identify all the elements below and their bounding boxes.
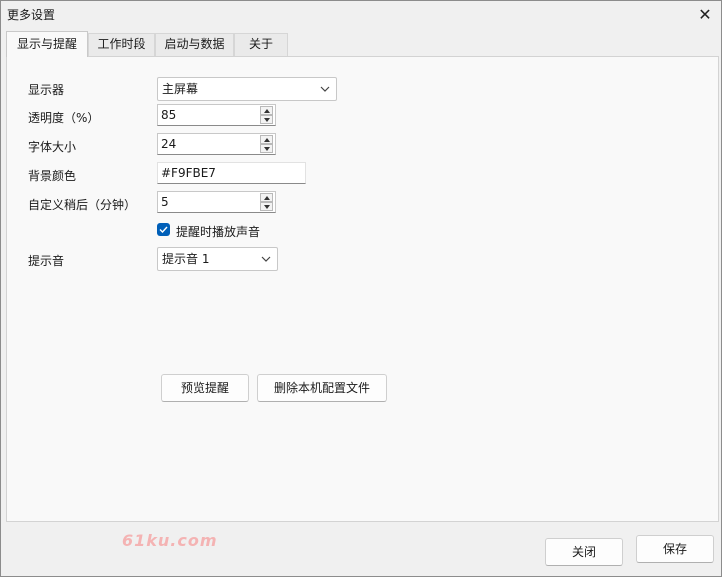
snooze-stepper[interactable]: 5 bbox=[157, 191, 276, 213]
bg-color-label: 背景颜色 bbox=[28, 169, 77, 183]
opacity-value[interactable]: 85 bbox=[161, 108, 176, 122]
opacity-label: 透明度（%） bbox=[28, 111, 100, 125]
save-button[interactable]: 保存 bbox=[636, 535, 714, 563]
snooze-label: 自定义稍后（分钟） bbox=[28, 198, 137, 212]
font-size-value[interactable]: 24 bbox=[161, 137, 176, 151]
font-size-stepper[interactable]: 24 bbox=[157, 133, 276, 155]
settings-window: 更多设置 ✕ 显示与提醒 工作时段 启动与数据 关于 显示器 主屏幕 透明度（%… bbox=[0, 0, 722, 577]
snooze-value[interactable]: 5 bbox=[161, 195, 169, 209]
display-select-value: 主屏幕 bbox=[162, 82, 199, 96]
sound-label: 提示音 bbox=[28, 254, 65, 268]
opacity-stepper[interactable]: 85 bbox=[157, 104, 276, 126]
triangle-up-icon[interactable] bbox=[260, 135, 273, 144]
delete-config-button[interactable]: 删除本机配置文件 bbox=[257, 374, 387, 402]
chevron-down-icon bbox=[260, 252, 272, 266]
sound-select[interactable]: 提示音 1 bbox=[157, 247, 278, 271]
close-icon[interactable]: ✕ bbox=[691, 3, 719, 25]
tab-panel bbox=[6, 56, 719, 522]
triangle-up-icon[interactable] bbox=[260, 106, 273, 115]
tab-display-reminder[interactable]: 显示与提醒 bbox=[6, 31, 88, 57]
font-size-label: 字体大小 bbox=[28, 140, 77, 154]
bg-color-field[interactable]: #F9FBE7 bbox=[157, 162, 306, 184]
display-select[interactable]: 主屏幕 bbox=[157, 77, 337, 101]
play-sound-label[interactable]: 提醒时播放声音 bbox=[176, 223, 260, 240]
tab-about[interactable]: 关于 bbox=[234, 33, 288, 56]
sound-select-value: 提示音 1 bbox=[162, 252, 210, 266]
chevron-down-icon bbox=[319, 82, 331, 96]
display-label: 显示器 bbox=[28, 83, 65, 97]
checkmark-icon bbox=[159, 226, 168, 233]
tab-startup-data[interactable]: 启动与数据 bbox=[155, 33, 234, 56]
tab-work-hours[interactable]: 工作时段 bbox=[88, 33, 155, 56]
preview-button[interactable]: 预览提醒 bbox=[161, 374, 249, 402]
triangle-down-icon[interactable] bbox=[260, 202, 273, 211]
watermark: 61ku.com bbox=[122, 531, 218, 550]
triangle-up-icon[interactable] bbox=[260, 193, 273, 202]
title-bar: 更多设置 ✕ bbox=[1, 1, 721, 29]
triangle-down-icon[interactable] bbox=[260, 115, 273, 124]
triangle-down-icon[interactable] bbox=[260, 144, 273, 153]
close-button[interactable]: 关闭 bbox=[545, 538, 623, 566]
window-title: 更多设置 bbox=[7, 8, 56, 22]
play-sound-checkbox[interactable] bbox=[157, 223, 170, 236]
